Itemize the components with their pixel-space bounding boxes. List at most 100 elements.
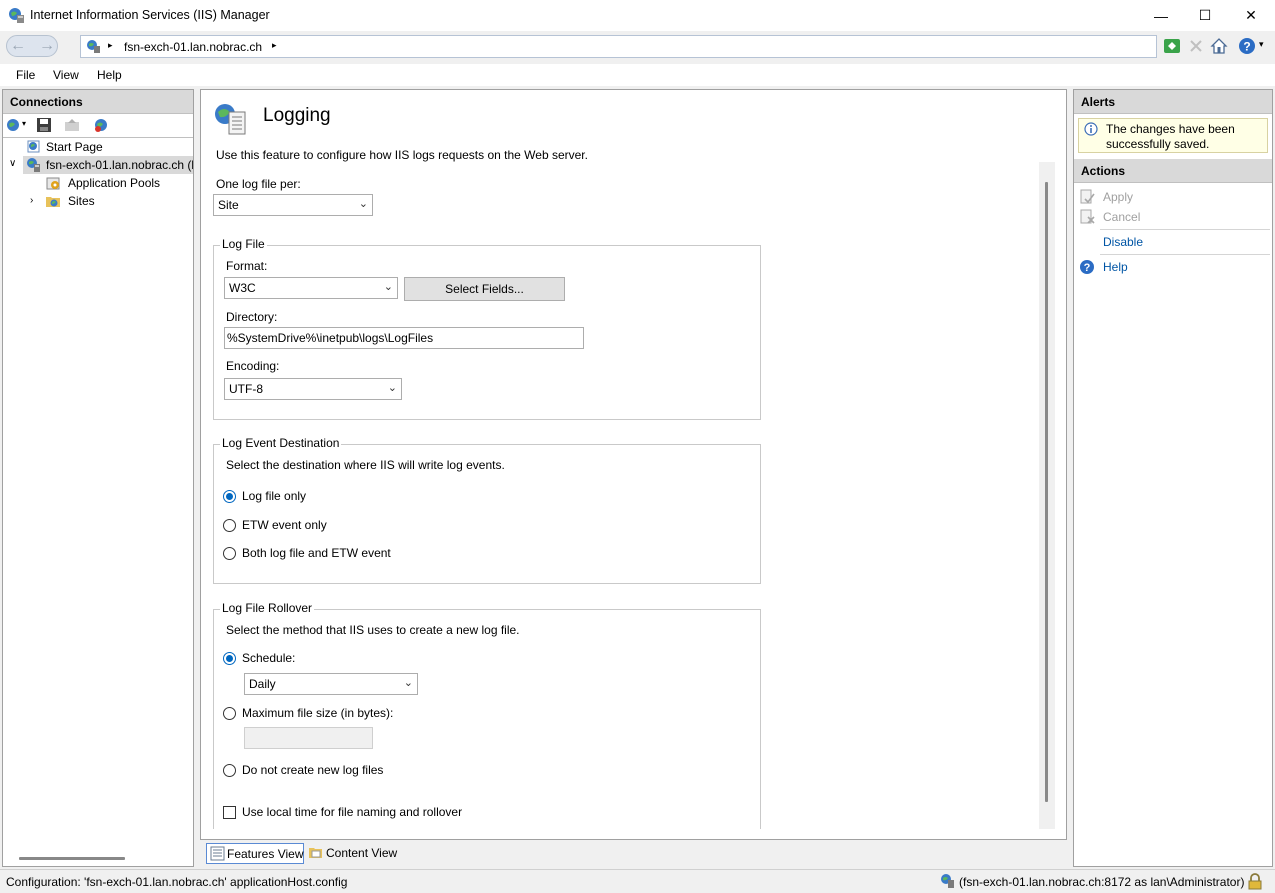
action-cancel: Cancel (1078, 207, 1268, 227)
lock-icon (1248, 873, 1262, 890)
info-icon (1084, 122, 1098, 136)
server-icon (941, 874, 954, 888)
radio-label[interactable]: Do not create new log files (242, 763, 383, 777)
feature-description: Use this feature to configure how IIS lo… (216, 148, 588, 162)
refresh-icon[interactable] (1163, 37, 1181, 55)
tree-item-server[interactable]: fsn-exch-01.lan.nobrac.ch (l (23, 156, 193, 174)
tree-item-label: Sites (68, 194, 95, 208)
horizontal-scrollbar[interactable] (19, 857, 125, 860)
directory-input[interactable]: %SystemDrive%\inetpub\logs\LogFiles (224, 327, 584, 349)
chevron-down-icon: ⌄ (383, 281, 393, 293)
tree-collapse-chevron-icon[interactable]: ∨ (9, 158, 16, 169)
checkbox-label[interactable]: Use local time for file naming and rollo… (242, 805, 462, 819)
svg-text:?: ? (1084, 262, 1091, 274)
features-view-icon (210, 846, 225, 861)
select-value: Site (218, 198, 239, 212)
connections-toolbar: ▾ (3, 114, 193, 138)
one-log-file-select[interactable]: Site ⌄ (213, 194, 373, 216)
chevron-down-icon: ⌄ (403, 677, 413, 689)
forward-arrow-icon[interactable]: → (36, 35, 58, 57)
main-pane: Logging Use this feature to configure ho… (200, 89, 1067, 840)
radio-log-file-only[interactable] (223, 490, 236, 503)
tab-features-view[interactable]: Features View (206, 843, 304, 864)
save-icon[interactable] (36, 117, 52, 133)
radio-schedule[interactable] (223, 652, 236, 665)
radio-label[interactable]: Log file only (242, 489, 306, 503)
radio-maximum-file-size[interactable] (223, 707, 236, 720)
window-title: Internet Information Services (IIS) Mana… (30, 8, 270, 22)
chevron-down-icon: ⌄ (387, 382, 397, 394)
radio-label[interactable]: Schedule: (242, 651, 295, 665)
actions-header: Actions (1074, 159, 1272, 183)
start-page-icon (27, 140, 40, 153)
action-apply: Apply (1078, 187, 1268, 207)
select-value: Daily (249, 677, 276, 691)
encoding-label: Encoding: (226, 359, 280, 373)
close-button[interactable]: ✕ (1228, 0, 1274, 31)
format-select[interactable]: W3C ⌄ (224, 277, 398, 299)
menu-file[interactable]: File (16, 68, 35, 82)
svg-text:?: ? (1243, 40, 1250, 54)
menu-help[interactable]: Help (97, 68, 122, 82)
log-event-destination-legend: Log Event Destination (220, 436, 342, 450)
maximum-file-size-input[interactable] (244, 727, 373, 749)
log-file-legend: Log File (220, 237, 267, 251)
alert-message-line2: successfully saved. (1106, 137, 1210, 151)
right-pane: Alerts The changes have been successfull… (1073, 89, 1273, 867)
logging-feature-icon (215, 104, 246, 135)
alert-message-line1: The changes have been (1106, 122, 1235, 136)
page-title: Logging (263, 105, 331, 126)
format-label: Format: (226, 259, 268, 273)
radio-label[interactable]: Both log file and ETW event (242, 546, 391, 560)
alerts-header: Alerts (1074, 90, 1272, 114)
disconnect-icon[interactable] (93, 117, 109, 133)
vertical-scrollbar-thumb[interactable] (1045, 182, 1048, 802)
breadcrumb-server[interactable]: fsn-exch-01.lan.nobrac.ch (124, 40, 262, 54)
address-field[interactable]: ▸ fsn-exch-01.lan.nobrac.ch ▸ (80, 35, 1157, 58)
radio-label[interactable]: ETW event only (242, 518, 327, 532)
stop-icon[interactable] (1187, 37, 1205, 55)
sites-folder-icon (46, 197, 60, 207)
radio-etw-event-only[interactable] (223, 519, 236, 532)
log-event-destination-description: Select the destination where IIS will wr… (226, 458, 505, 472)
radio-do-not-create-new[interactable] (223, 764, 236, 777)
checkbox-use-local-time[interactable] (223, 806, 236, 819)
schedule-select[interactable]: Daily ⌄ (244, 673, 418, 695)
action-label: Cancel (1103, 210, 1141, 224)
back-arrow-icon[interactable]: ← (7, 35, 29, 57)
status-connection-text: (fsn-exch-01.lan.nobrac.ch:8172 as lan\A… (959, 875, 1245, 889)
radio-label[interactable]: Maximum file size (in bytes): (242, 706, 393, 720)
tree-expand-chevron-icon[interactable]: › (30, 195, 33, 206)
encoding-select[interactable]: UTF-8 ⌄ (224, 378, 402, 400)
help-icon: ? (1080, 260, 1094, 274)
breadcrumb-separator[interactable]: ▸ (272, 40, 277, 51)
help-dropdown-chevron-icon[interactable]: ▾ (1259, 39, 1264, 50)
action-help[interactable]: ? Help (1078, 257, 1268, 277)
select-value: UTF-8 (229, 382, 263, 396)
menu-view[interactable]: View (53, 68, 79, 82)
view-tabs: Features View Content View (200, 842, 1067, 867)
action-label[interactable]: Help (1103, 257, 1128, 277)
select-value: W3C (229, 281, 256, 295)
connect-globe-icon[interactable] (6, 117, 22, 133)
maximize-button[interactable]: ☐ (1182, 0, 1228, 31)
tab-label: Features View (227, 847, 304, 861)
radio-both-log-and-etw[interactable] (223, 547, 236, 560)
directory-label: Directory: (226, 310, 278, 324)
action-disable[interactable]: Disable (1078, 232, 1268, 252)
tab-content-view[interactable]: Content View (307, 843, 407, 864)
alert-box: The changes have been successfully saved… (1078, 118, 1268, 153)
log-file-rollover-description: Select the method that IIS uses to creat… (226, 623, 520, 637)
minimize-button[interactable]: — (1138, 0, 1184, 31)
action-label[interactable]: Disable (1103, 232, 1143, 252)
connect-dropdown-chevron-icon[interactable]: ▾ (22, 119, 26, 128)
home-icon[interactable] (1210, 37, 1228, 55)
cancel-icon (1080, 209, 1095, 224)
tree-item-label: Start Page (46, 140, 103, 154)
help-icon[interactable]: ? (1238, 37, 1256, 55)
connections-header: Connections (3, 90, 193, 114)
apply-icon (1080, 189, 1095, 204)
select-fields-button[interactable]: Select Fields... (404, 277, 565, 301)
breadcrumb-separator[interactable]: ▸ (108, 40, 113, 51)
chevron-down-icon: ⌄ (358, 198, 368, 210)
